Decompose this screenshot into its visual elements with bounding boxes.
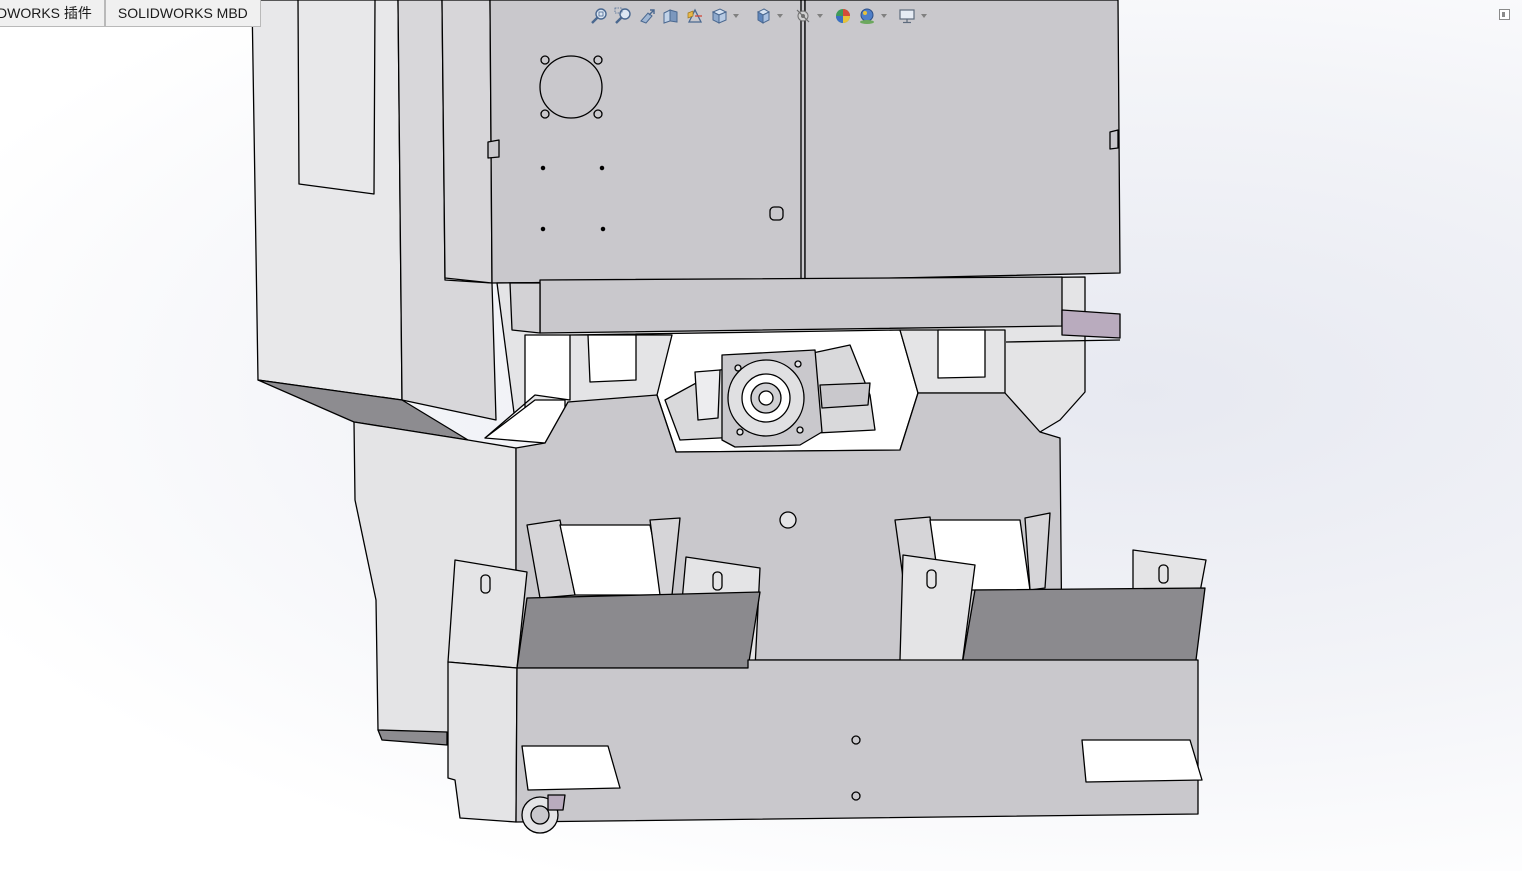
tab-solidworks-mbd[interactable]: SOLIDWORKS MBD	[104, 0, 261, 27]
hide-show-items-dropdown[interactable]	[816, 5, 824, 27]
section-view-icon[interactable]	[660, 5, 682, 27]
zoom-to-area-icon[interactable]	[612, 5, 634, 27]
view-setting-icon[interactable]	[896, 5, 918, 27]
display-style-icon[interactable]	[752, 5, 774, 27]
heads-up-view-toolbar	[588, 5, 928, 27]
zoom-to-fit-icon[interactable]	[588, 5, 610, 27]
previous-view-icon[interactable]	[636, 5, 658, 27]
collapse-taskpane-icon[interactable]	[1499, 9, 1510, 20]
upper-cabinet	[441, 0, 1121, 284]
hide-show-items-icon[interactable]	[792, 5, 814, 27]
view-setting-dropdown[interactable]	[920, 5, 928, 27]
display-style-dropdown[interactable]	[776, 5, 784, 27]
graphics-area[interactable]: DWORKS 插件 SOLIDWORKS MBD	[0, 0, 1522, 871]
edit-appearance-icon[interactable]	[832, 5, 854, 27]
command-manager-tabs: DWORKS 插件 SOLIDWORKS MBD	[0, 0, 261, 28]
apply-scene-icon[interactable]	[856, 5, 878, 27]
cad-model[interactable]	[0, 0, 1522, 871]
view-orientation-dropdown[interactable]	[732, 5, 740, 27]
bottom-box	[447, 659, 1203, 834]
dynamic-annotation-views-icon[interactable]	[684, 5, 706, 27]
view-orientation-icon[interactable]	[708, 5, 730, 27]
tab-solidworks-addins[interactable]: DWORKS 插件	[0, 0, 105, 27]
apply-scene-dropdown[interactable]	[880, 5, 888, 27]
